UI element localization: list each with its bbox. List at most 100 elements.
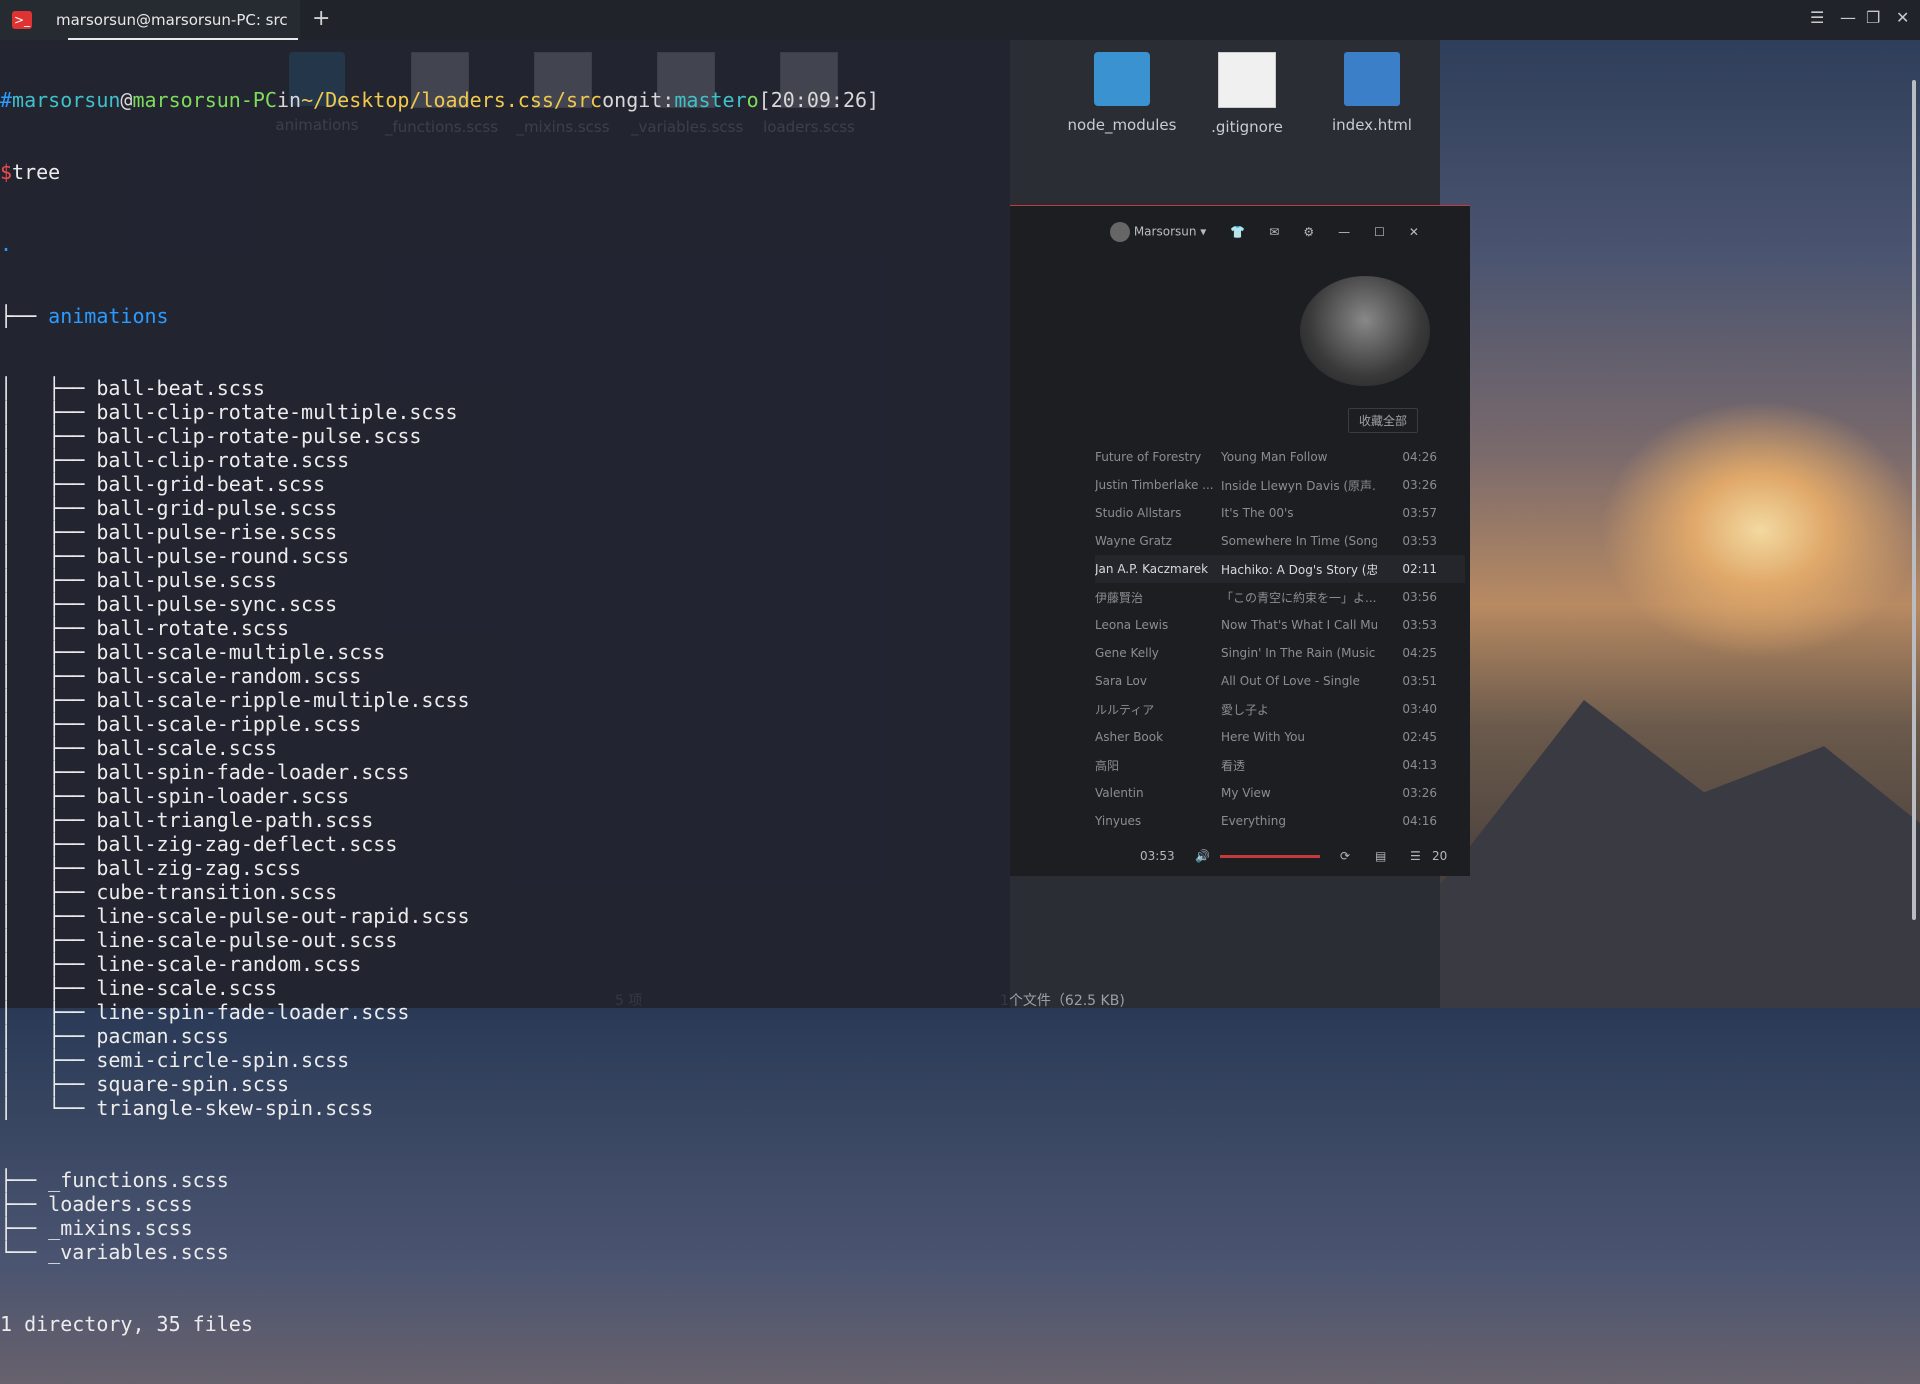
track-song: Young Man Follow bbox=[1221, 450, 1328, 464]
track-song: Everything bbox=[1221, 814, 1286, 828]
playlist-count: 20 bbox=[1432, 849, 1448, 863]
track-dur: 03:53 bbox=[1402, 618, 1437, 632]
tree-file-line: │ ├── ball-zig-zag.scss bbox=[0, 856, 302, 880]
track-song: All Out Of Love - Single bbox=[1221, 674, 1360, 688]
prompt-hash: # bbox=[0, 88, 13, 112]
track-row[interactable]: ルルティア 愛し子よ 03:40 bbox=[1095, 695, 1465, 723]
track-song: Hachiko: A Dog's Story (忠... bbox=[1221, 562, 1377, 577]
prompt-time: [20:09:26] bbox=[758, 88, 880, 112]
terminal-tab[interactable]: >_ marsorsun@marsorsun-PC: src bbox=[0, 0, 300, 40]
selection-status: 1个文件（62.5 KB) bbox=[1000, 993, 1125, 1009]
track-dur: 03:26 bbox=[1402, 478, 1437, 492]
minimize-icon[interactable]: — bbox=[1840, 8, 1856, 27]
track-dur: 02:45 bbox=[1402, 730, 1437, 744]
tree-file: cube-transition.scss bbox=[96, 880, 338, 904]
track-dur: 03:53 bbox=[1402, 534, 1437, 548]
tree-file-line: │ ├── ball-triangle-path.scss bbox=[0, 808, 374, 832]
player-controls: 03:53 🔊 ⟳ ▤ ☰ 20 bbox=[1010, 836, 1470, 876]
tree-file: ball-beat.scss bbox=[96, 376, 265, 400]
terminal-output[interactable]: # marsorsun @ marsorsun-PC in ~/Desktop/… bbox=[0, 40, 879, 1384]
close-icon[interactable]: ✕ bbox=[1409, 225, 1419, 239]
tree-root: . bbox=[0, 232, 13, 256]
file-item[interactable]: node_modules bbox=[1067, 52, 1177, 134]
track-dur: 03:40 bbox=[1402, 702, 1437, 716]
track-row[interactable]: Future of Forestry Young Man Follow 04:26 bbox=[1095, 443, 1465, 471]
prompt-git-label: git: bbox=[626, 88, 675, 112]
mail-icon[interactable]: ✉ bbox=[1269, 225, 1279, 239]
terminal-scrollbar[interactable] bbox=[1912, 80, 1916, 920]
file-icon bbox=[1218, 52, 1276, 108]
tree-file-line: │ ├── pacman.scss bbox=[0, 1024, 229, 1048]
track-row[interactable]: 高阳 看透 04:13 bbox=[1095, 751, 1465, 779]
plus-icon[interactable]: + bbox=[312, 6, 330, 31]
terminal-window[interactable]: # marsorsun @ marsorsun-PC in ~/Desktop/… bbox=[0, 0, 1010, 1336]
volume-slider[interactable] bbox=[1220, 855, 1320, 858]
volume-icon[interactable]: 🔊 bbox=[1195, 849, 1210, 863]
track-song: My View bbox=[1221, 786, 1271, 800]
track-song: 看透 bbox=[1221, 758, 1246, 773]
track-row[interactable]: Studio Allstars It's The 00's 03:57 bbox=[1095, 499, 1465, 527]
track-row[interactable]: Valentin My View 03:26 bbox=[1095, 779, 1465, 807]
track-song: Singin' In The Rain (Music ... bbox=[1221, 646, 1377, 660]
track-artist: Jan A.P. Kaczmarek bbox=[1095, 562, 1209, 576]
user-menu[interactable]: Marsorsun ▾ bbox=[1110, 222, 1206, 242]
tree-root-file-line: ├── loaders.scss bbox=[0, 1192, 193, 1216]
tree-file: triangle-skew-spin.scss bbox=[96, 1096, 374, 1120]
tree-file: ball-clip-rotate.scss bbox=[96, 448, 350, 472]
tree-file: pacman.scss bbox=[96, 1024, 229, 1048]
tree-file-line: │ └── triangle-skew-spin.scss bbox=[0, 1096, 374, 1120]
minimize-icon[interactable]: — bbox=[1338, 225, 1350, 239]
music-player-window[interactable]: Marsorsun ▾ 👕 ✉ ⚙ — ☐ ✕ 收藏全部 Future of F… bbox=[1010, 205, 1470, 876]
tree-file-line: │ ├── cube-transition.scss bbox=[0, 880, 338, 904]
skin-icon[interactable]: 👕 bbox=[1230, 225, 1245, 239]
tree-file-line: │ ├── ball-scale-ripple.scss bbox=[0, 712, 362, 736]
track-row[interactable]: 伊藤賢治 「この青空に約束を一」よ... 03:56 bbox=[1095, 583, 1465, 611]
menu-icon[interactable]: ☰ bbox=[1810, 8, 1824, 27]
track-artist: Sara Lov bbox=[1095, 674, 1147, 688]
gear-icon[interactable]: ⚙ bbox=[1303, 225, 1314, 239]
track-row[interactable]: Asher Book Here With You 02:45 bbox=[1095, 723, 1465, 751]
track-row[interactable]: Gene Kelly Singin' In The Rain (Music ...… bbox=[1095, 639, 1465, 667]
track-row[interactable]: Justin Timberlake ... Inside Llewyn Davis… bbox=[1095, 471, 1465, 499]
tree-file: _variables.scss bbox=[48, 1240, 229, 1264]
track-row[interactable]: Jan A.P. Kaczmarek Hachiko: A Dog's Story… bbox=[1095, 555, 1465, 583]
track-artist: Studio Allstars bbox=[1095, 506, 1182, 520]
lyrics-icon[interactable]: ▤ bbox=[1375, 849, 1386, 863]
tree-file: ball-zig-zag.scss bbox=[96, 856, 302, 880]
file-item[interactable]: index.html bbox=[1317, 52, 1427, 134]
track-song: Now That's What I Call Mu... bbox=[1221, 618, 1377, 632]
repeat-icon[interactable]: ⟳ bbox=[1340, 849, 1350, 863]
track-artist: Asher Book bbox=[1095, 730, 1164, 744]
prompt-on: on bbox=[602, 88, 627, 112]
tree-file: line-scale-pulse-out-rapid.scss bbox=[96, 904, 470, 928]
track-dur: 04:25 bbox=[1402, 646, 1437, 660]
tree-file-line: │ ├── line-spin-fade-loader.scss bbox=[0, 1000, 410, 1024]
prompt-line: # marsorsun @ marsorsun-PC in ~/Desktop/… bbox=[0, 88, 879, 112]
track-dur: 02:11 bbox=[1402, 562, 1437, 576]
tree-file: ball-spin-loader.scss bbox=[96, 784, 350, 808]
track-artist: Leona Lewis bbox=[1095, 618, 1169, 632]
tree-summary: 1 directory, 35 files bbox=[0, 1312, 253, 1336]
prompt-at: @ bbox=[120, 88, 133, 112]
maximize-icon[interactable]: ☐ bbox=[1374, 225, 1385, 239]
restore-icon[interactable]: ❐ bbox=[1866, 8, 1880, 27]
file-item[interactable]: .gitignore bbox=[1192, 52, 1302, 136]
track-row[interactable]: Wayne Gratz Somewhere In Time (Song... 03:… bbox=[1095, 527, 1465, 555]
tree-file: ball-spin-fade-loader.scss bbox=[96, 760, 410, 784]
tree-file: ball-scale.scss bbox=[96, 736, 277, 760]
close-icon[interactable]: ✕ bbox=[1896, 8, 1909, 27]
track-song: Here With You bbox=[1221, 730, 1306, 744]
tree-file-line: │ ├── line-scale-random.scss bbox=[0, 952, 362, 976]
tree-file: ball-pulse-round.scss bbox=[96, 544, 350, 568]
track-song: Somewhere In Time (Song... bbox=[1221, 534, 1377, 548]
terminal-titlebar: >_ marsorsun@marsorsun-PC: src + ☰ — ❐ ✕ bbox=[0, 0, 1920, 40]
track-row[interactable]: Sara Lov All Out Of Love - Single 03:51 bbox=[1095, 667, 1465, 695]
playlist-icon[interactable]: ☰ bbox=[1410, 849, 1421, 863]
command-text: tree bbox=[12, 160, 61, 184]
collect-all-button[interactable]: 收藏全部 bbox=[1348, 408, 1419, 433]
user-name: Marsorsun bbox=[1133, 224, 1197, 239]
wallpaper-mountain bbox=[1440, 700, 1920, 1008]
track-row[interactable]: Leona Lewis Now That's What I Call Mu... 0… bbox=[1095, 611, 1465, 639]
tree-root-line: . bbox=[0, 232, 879, 256]
track-row[interactable]: Yinyues Everything 04:16 bbox=[1095, 807, 1465, 835]
